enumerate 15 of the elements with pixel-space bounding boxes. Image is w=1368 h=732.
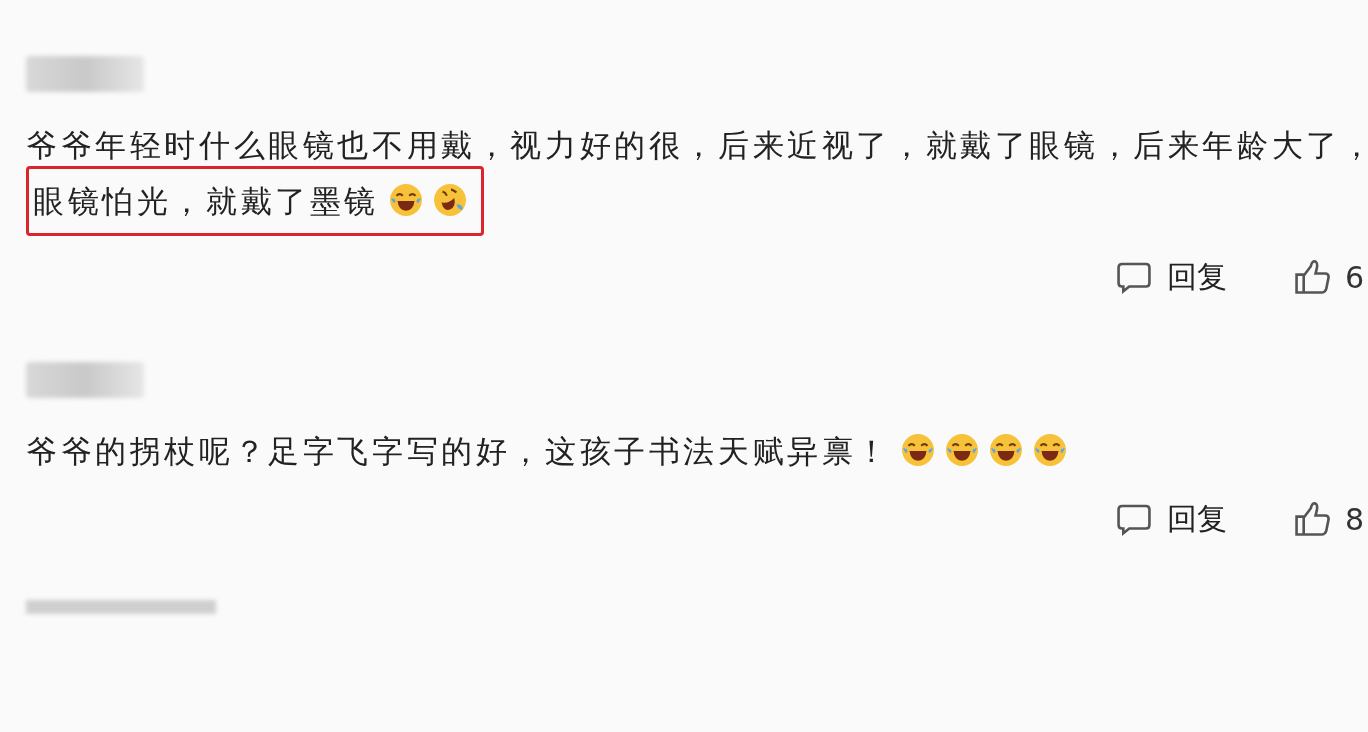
laughing-emoji-icon [989, 433, 1023, 467]
highlight-box: 眼镜怕光，就戴了墨镜 [26, 166, 484, 236]
thumbs-up-icon[interactable] [1292, 258, 1331, 296]
laughing-emoji-icon [901, 433, 935, 467]
comment-text: 爷爷的拐杖呢？足字飞字写的好，这孩子书法天赋异禀！ [26, 424, 1368, 478]
laughing-emoji-icon [945, 433, 979, 467]
reply-button[interactable]: 回复 [1166, 256, 1227, 298]
like-count: 8 [1344, 501, 1364, 537]
laughing-emoji-icon [433, 183, 467, 217]
laughing-emoji-icon [389, 183, 423, 217]
laughing-emoji-icon [1033, 433, 1067, 467]
reply-button[interactable]: 回复 [1166, 498, 1227, 540]
comment-text: 爷爷年轻时什么眼镜也不用戴，视力好的很，后来近视了，就戴了眼镜，后来年龄大了， 眼镜怕光，就戴了墨镜 [26, 118, 1368, 236]
like-count: 6 [1344, 259, 1364, 295]
thumbs-up-icon[interactable] [1292, 500, 1331, 538]
